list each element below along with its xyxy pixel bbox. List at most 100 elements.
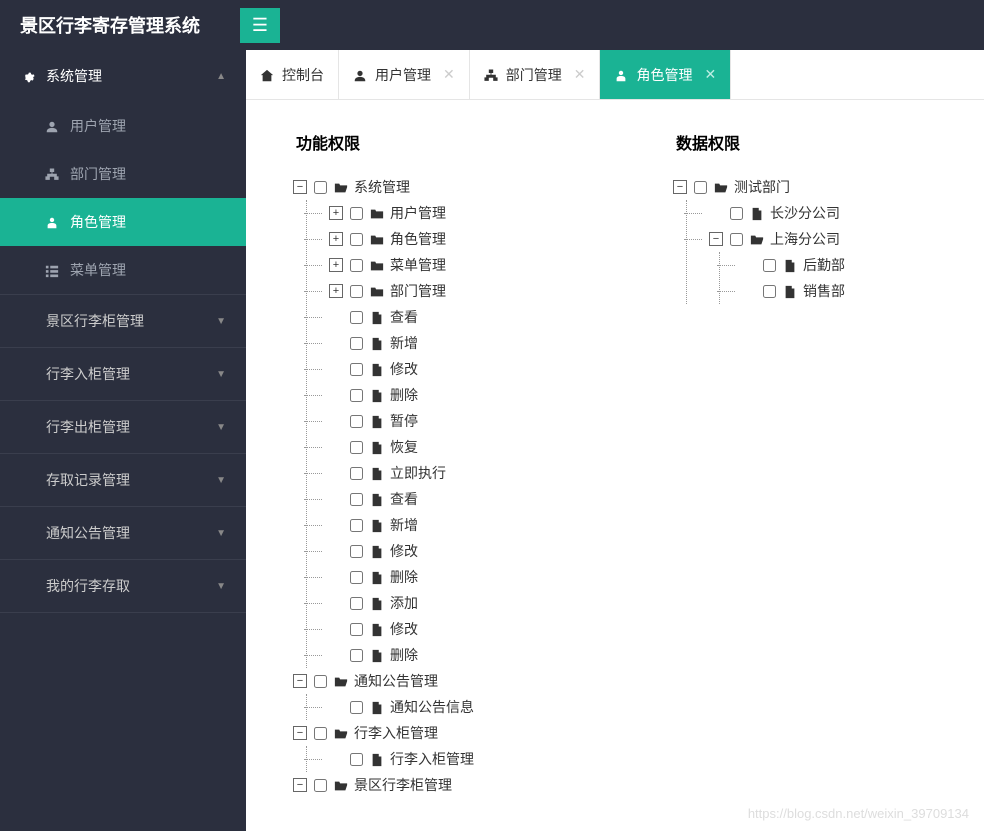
tree-node-row[interactable]: 修改 (319, 616, 606, 642)
tree-node-row[interactable]: +部门管理 (319, 278, 606, 304)
tree-checkbox[interactable] (350, 649, 363, 662)
tree-checkbox[interactable] (730, 233, 743, 246)
tree-node-row[interactable]: 恢复 (319, 434, 606, 460)
menu-group-header[interactable]: 系统管理▲ (0, 50, 246, 102)
tree-toggle-icon[interactable]: + (329, 258, 343, 272)
tree-node-row[interactable]: 销售部 (732, 278, 926, 304)
tree-toggle-icon[interactable]: + (329, 284, 343, 298)
tree-toggle-icon[interactable]: − (293, 778, 307, 792)
tree-checkbox[interactable] (350, 753, 363, 766)
tree-node-row[interactable]: 删除 (319, 382, 606, 408)
tree-checkbox[interactable] (350, 545, 363, 558)
tree-checkbox[interactable] (350, 493, 363, 506)
tree-checkbox[interactable] (350, 519, 363, 532)
tree-checkbox[interactable] (350, 597, 363, 610)
close-icon[interactable]: ✕ (443, 66, 455, 83)
tree-node-row[interactable]: 修改 (319, 356, 606, 382)
menu-item[interactable]: 菜单管理 (0, 246, 246, 294)
menu-group-header[interactable]: 通知公告管理▼ (0, 507, 246, 559)
tree-node-row[interactable]: 暂停 (319, 408, 606, 434)
tree-node-row[interactable]: −上海分公司 (699, 226, 926, 252)
tree-node-row[interactable]: +角色管理 (319, 226, 606, 252)
tree-node-row[interactable]: −景区行李柜管理 (286, 772, 606, 798)
menu-group-label: 系统管理 (46, 66, 102, 86)
close-icon[interactable]: ✕ (574, 66, 586, 83)
tree-checkbox[interactable] (350, 571, 363, 584)
file-icon (370, 361, 386, 377)
close-icon[interactable]: ✕ (704, 66, 716, 83)
tree-toggle-icon[interactable]: − (293, 726, 307, 740)
tab-label: 部门管理 (506, 65, 562, 85)
tree-node-row[interactable]: 添加 (319, 590, 606, 616)
tree-checkbox[interactable] (350, 701, 363, 714)
tree-checkbox[interactable] (350, 415, 363, 428)
tree-toggle-icon[interactable]: + (329, 232, 343, 246)
tab[interactable]: 用户管理✕ (339, 50, 470, 99)
tree-node-row[interactable]: 查看 (319, 486, 606, 512)
tree-node-row[interactable]: 通知公告信息 (319, 694, 606, 720)
tree-node-row[interactable]: 新增 (319, 512, 606, 538)
menu-group-header[interactable]: 景区行李柜管理▼ (0, 295, 246, 347)
tree-node-row[interactable]: 删除 (319, 642, 606, 668)
tree-checkbox[interactable] (314, 779, 327, 792)
tree-node-label: 用户管理 (390, 203, 446, 223)
tree-checkbox[interactable] (350, 467, 363, 480)
tree-node-label: 删除 (390, 645, 418, 665)
tree-toggle-icon[interactable]: − (293, 180, 307, 194)
tree-node-label: 添加 (390, 593, 418, 613)
tree-node-row[interactable]: −行李入柜管理 (286, 720, 606, 746)
tree-checkbox[interactable] (763, 285, 776, 298)
folder-icon (370, 231, 386, 247)
menu-group-header[interactable]: 行李入柜管理▼ (0, 348, 246, 400)
tree-checkbox[interactable] (694, 181, 707, 194)
folder-icon (370, 205, 386, 221)
tree-node-row[interactable]: 删除 (319, 564, 606, 590)
file-icon (783, 257, 799, 273)
tree-checkbox[interactable] (350, 285, 363, 298)
tree-checkbox[interactable] (350, 233, 363, 246)
tree-toggle-icon[interactable]: + (329, 206, 343, 220)
tree-node-row[interactable]: 长沙分公司 (699, 200, 926, 226)
tree-node-row[interactable]: 新增 (319, 330, 606, 356)
menu-item[interactable]: 用户管理 (0, 102, 246, 150)
tree-checkbox[interactable] (314, 727, 327, 740)
tree-node-row[interactable]: −测试部门 (666, 174, 926, 200)
tree-checkbox[interactable] (350, 623, 363, 636)
tree-checkbox[interactable] (350, 389, 363, 402)
tree-toggle-icon[interactable]: − (673, 180, 687, 194)
tree-node-row[interactable]: 行李入柜管理 (319, 746, 606, 772)
tree-node-row[interactable]: −系统管理 (286, 174, 606, 200)
tree-checkbox[interactable] (350, 259, 363, 272)
tree-checkbox[interactable] (730, 207, 743, 220)
tree-toggle-icon[interactable]: − (709, 232, 723, 246)
tree-checkbox[interactable] (350, 363, 363, 376)
tree-node-row[interactable]: +菜单管理 (319, 252, 606, 278)
tab[interactable]: 角色管理 ✕ (600, 50, 731, 99)
tree-node-row[interactable]: + 用户管理 (319, 200, 606, 226)
menu-group-header[interactable]: 行李出柜管理▼ (0, 401, 246, 453)
tab-bar: 控制台用户管理✕ 部门管理 ✕ 角色管理 ✕ (246, 50, 984, 100)
tree-node-row[interactable]: 立即执行 (319, 460, 606, 486)
tree-node-row[interactable]: 查看 (319, 304, 606, 330)
menu-item[interactable]: 部门管理 (0, 150, 246, 198)
tree-checkbox[interactable] (314, 675, 327, 688)
menu-item[interactable]: 角色管理 (0, 198, 246, 246)
tab[interactable]: 部门管理 ✕ (470, 50, 601, 99)
tree-toggle-icon[interactable]: − (293, 674, 307, 688)
tab-label: 角色管理 (636, 65, 692, 85)
tree-node-row[interactable]: −通知公告管理 (286, 668, 606, 694)
tree-checkbox[interactable] (314, 181, 327, 194)
tree-checkbox[interactable] (350, 337, 363, 350)
menu-group-header[interactable]: 我的行李存取▼ (0, 560, 246, 612)
tree-checkbox[interactable] (763, 259, 776, 272)
tree-node-row[interactable]: 修改 (319, 538, 606, 564)
file-icon (370, 517, 386, 533)
toggle-sidebar-button[interactable]: ☰ (240, 8, 280, 43)
tree-checkbox[interactable] (350, 441, 363, 454)
tree-node-row[interactable]: 后勤部 (732, 252, 926, 278)
tree-checkbox[interactable] (350, 311, 363, 324)
tree-checkbox[interactable] (350, 207, 363, 220)
tab[interactable]: 控制台 (246, 50, 339, 99)
tree-node-label: 删除 (390, 385, 418, 405)
menu-group-header[interactable]: 存取记录管理▼ (0, 454, 246, 506)
